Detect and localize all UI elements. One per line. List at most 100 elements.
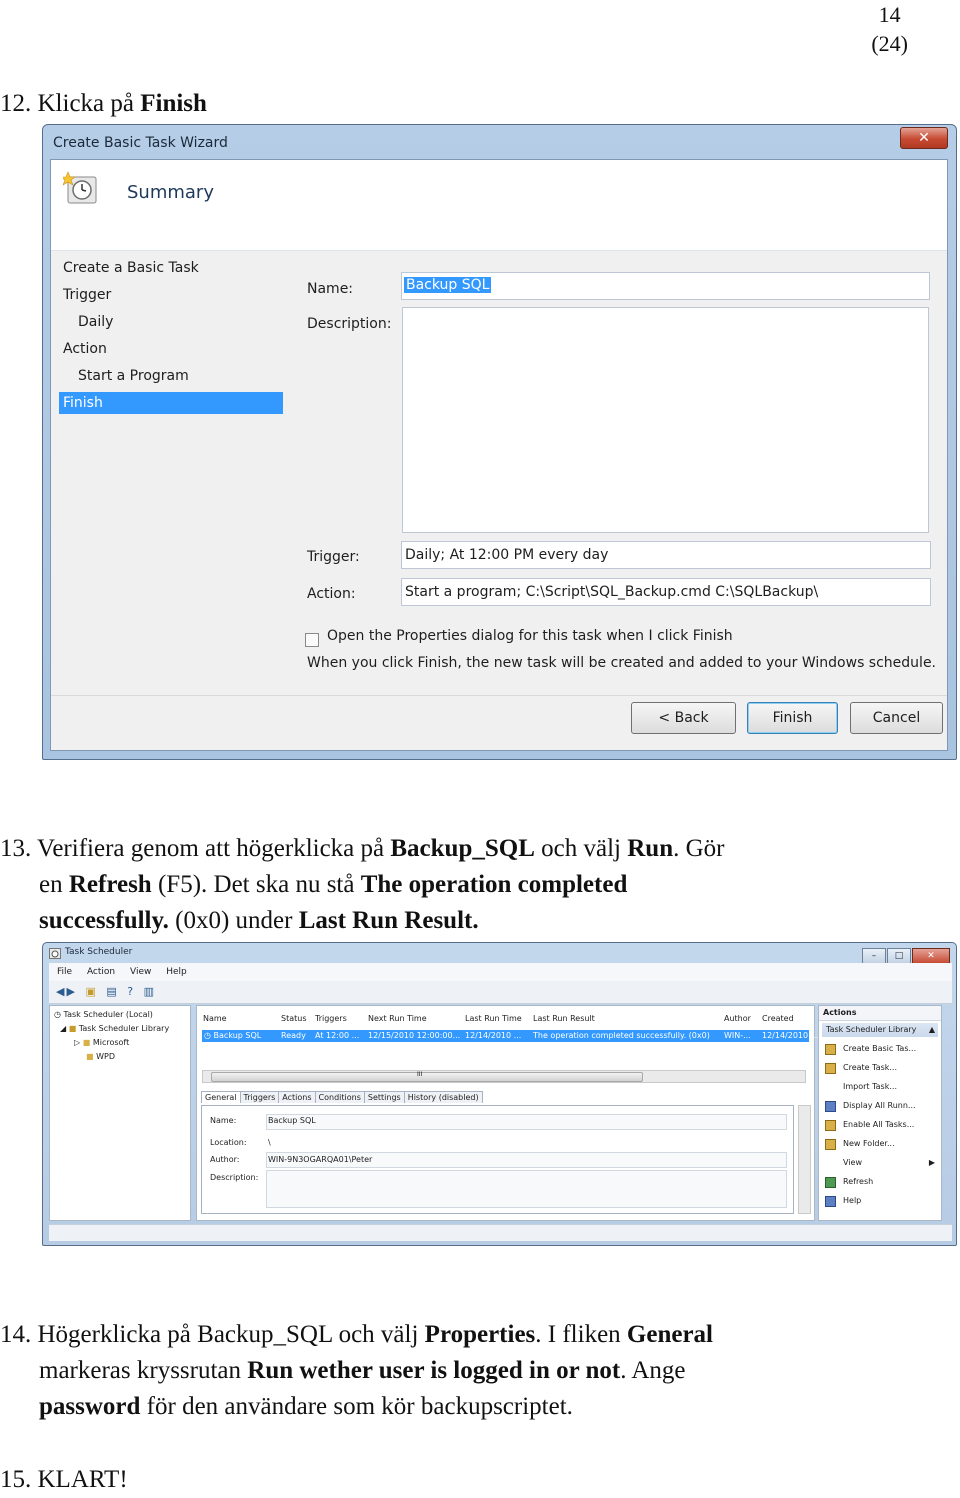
step-13-text-5: (F5). Det ska nu stå — [151, 871, 361, 898]
wizard-close-button[interactable]: ✕ — [900, 127, 948, 149]
step-14-text-4: . Ange — [620, 1357, 686, 1384]
task-scheduler-app-icon — [49, 948, 61, 959]
open-properties-checkbox[interactable] — [305, 633, 319, 647]
col-triggers[interactable]: Triggers — [315, 1014, 347, 1023]
display-running-icon — [825, 1101, 836, 1112]
actions-library-group[interactable]: Task Scheduler Library ▲ — [822, 1023, 938, 1037]
description-field[interactable] — [402, 307, 929, 533]
menu-file[interactable]: File — [57, 967, 72, 977]
menu-action[interactable]: Action — [87, 967, 115, 977]
wizard-step-start-program[interactable]: Start a Program — [59, 363, 283, 390]
help-icon[interactable]: ? — [127, 985, 133, 998]
tree-item-microsoft[interactable]: ▷ ■ Microsoft — [50, 1036, 190, 1050]
cancel-button[interactable]: Cancel — [850, 702, 943, 734]
finish-note: When you click Finish, the new task will… — [307, 655, 937, 671]
tree-item-local[interactable]: ◷ Task Scheduler (Local) — [50, 1008, 190, 1022]
general-tab-pane: Name: Backup SQL Location: \ Author: WIN… — [201, 1105, 794, 1214]
step-12-bold: Finish — [140, 90, 207, 117]
action-view-label: View — [843, 1158, 862, 1167]
folder-icon: ■ — [82, 1038, 91, 1047]
step-12-text: 12. Klicka på — [0, 90, 141, 117]
action-help-label: Help — [843, 1196, 862, 1205]
action-create-task[interactable]: Create Task... — [819, 1058, 941, 1077]
action-refresh[interactable]: Refresh — [819, 1172, 941, 1191]
create-basic-task-wizard: Create Basic Task Wizard ✕ Summary Creat… — [42, 124, 957, 760]
action-new-folder-label: New Folder... — [843, 1139, 895, 1148]
window-controls: – □ ✕ — [861, 943, 950, 964]
action-create-basic-task[interactable]: Create Basic Tas... — [819, 1039, 941, 1058]
tab-general[interactable]: General — [201, 1091, 241, 1103]
step-13-bold-3: Refresh — [68, 871, 152, 898]
general-vertical-scrollbar[interactable] — [798, 1105, 811, 1214]
tab-settings[interactable]: Settings — [363, 1091, 405, 1103]
maximize-icon[interactable]: □ — [887, 948, 911, 964]
step-13-text-1: 13. Verifiera genom att högerklicka på — [0, 835, 391, 862]
minimize-icon[interactable]: – — [862, 948, 886, 964]
back-arrow-icon[interactable]: ◀ — [56, 985, 64, 998]
wizard-step-daily[interactable]: Daily — [59, 309, 283, 336]
tab-conditions[interactable]: Conditions — [314, 1091, 365, 1103]
show-hide-action-pane-icon[interactable]: ▥ — [144, 985, 154, 998]
action-create-basic-task-label: Create Basic Tas... — [843, 1044, 917, 1053]
trigger-label: Trigger: — [307, 549, 360, 565]
horizontal-scrollbar[interactable]: III — [202, 1070, 806, 1083]
wizard-step-trigger[interactable]: Trigger — [59, 282, 283, 309]
action-display-running[interactable]: Display All Runn... — [819, 1096, 941, 1115]
summary-clock-icon — [63, 171, 97, 204]
tree-item-wpd[interactable]: ■ WPD — [50, 1050, 190, 1064]
page-number-total: (24) — [871, 31, 908, 56]
show-hide-tree-icon[interactable]: ▤ — [106, 985, 116, 998]
row-next-run-time: 12/15/2010 12:00:00... — [368, 1031, 461, 1040]
back-button[interactable]: < Back — [631, 702, 736, 734]
step-13-bold-1: Backup_SQL — [390, 835, 535, 862]
step-14-text-5: för den användare som kör backupscriptet… — [140, 1393, 573, 1420]
task-scheduler-title: Task Scheduler — [65, 947, 133, 957]
step-14-bold-2: General — [626, 1321, 714, 1348]
name-field[interactable]: Backup SQL — [401, 272, 930, 300]
action-enable-all[interactable]: Enable All Tasks... — [819, 1115, 941, 1134]
col-status[interactable]: Status — [281, 1014, 307, 1023]
action-new-folder[interactable]: New Folder... — [819, 1134, 941, 1153]
col-last-run-result[interactable]: Last Run Result — [533, 1014, 595, 1023]
col-author[interactable]: Author — [724, 1014, 751, 1023]
close-icon[interactable]: ✕ — [912, 948, 950, 964]
col-next-run-time[interactable]: Next Run Time — [368, 1014, 427, 1023]
col-name[interactable]: Name — [203, 1014, 227, 1023]
step-13-text-3: . Gör — [673, 835, 725, 862]
wizard-step-create[interactable]: Create a Basic Task — [59, 255, 283, 282]
action-refresh-label: Refresh — [843, 1177, 874, 1186]
action-import-task-label: Import Task... — [843, 1082, 897, 1091]
tab-actions[interactable]: Actions — [278, 1091, 316, 1103]
name-value: Backup SQL — [404, 277, 492, 293]
col-created[interactable]: Created — [762, 1014, 794, 1023]
tree-item-microsoft-label: Microsoft — [92, 1038, 130, 1047]
forward-arrow-icon[interactable]: ▶ — [66, 985, 74, 998]
step-14-bold-1: Properties — [424, 1321, 536, 1348]
task-scheduler-window: Task Scheduler – □ ✕ File Action View Help… — [42, 942, 957, 1246]
action-import-task[interactable]: Import Task... — [819, 1077, 941, 1096]
tab-triggers[interactable]: Triggers — [239, 1091, 280, 1103]
menu-view[interactable]: View — [130, 967, 151, 977]
properties-tabs: General Triggers Actions Conditions Settings… — [201, 1091, 483, 1103]
up-folder-icon[interactable]: ▣ — [85, 985, 95, 998]
finish-button[interactable]: Finish — [747, 702, 838, 734]
tab-history[interactable]: History (disabled) — [403, 1091, 483, 1103]
step-13-bold-5: successfully. — [39, 907, 169, 934]
enable-all-icon — [825, 1120, 836, 1131]
step-13: 13. Verifiera genom att högerklicka på B… — [0, 831, 725, 939]
general-description-box[interactable] — [266, 1170, 787, 1208]
toolbar: ◀ ▶ ▣ ▤ ? ▥ — [49, 981, 952, 1004]
action-view[interactable]: View ▶ — [819, 1153, 941, 1172]
scroll-grip: III — [417, 1071, 423, 1078]
help-book-icon — [825, 1196, 836, 1207]
wizard-step-action[interactable]: Action — [59, 336, 283, 363]
tree-item-library[interactable]: ◢ ■ Task Scheduler Library — [50, 1022, 190, 1036]
horizontal-scroll-thumb[interactable]: III — [211, 1071, 643, 1082]
wizard-step-finish[interactable]: Finish — [59, 392, 283, 414]
menu-help[interactable]: Help — [166, 967, 187, 977]
step-13-bold-6: Last Run Result. — [298, 907, 479, 934]
collapse-up-icon: ▲ — [928, 1025, 935, 1034]
action-help[interactable]: Help — [819, 1191, 941, 1210]
step-13-text-2: och välj — [534, 835, 628, 862]
col-last-run-time[interactable]: Last Run Time — [465, 1014, 522, 1023]
